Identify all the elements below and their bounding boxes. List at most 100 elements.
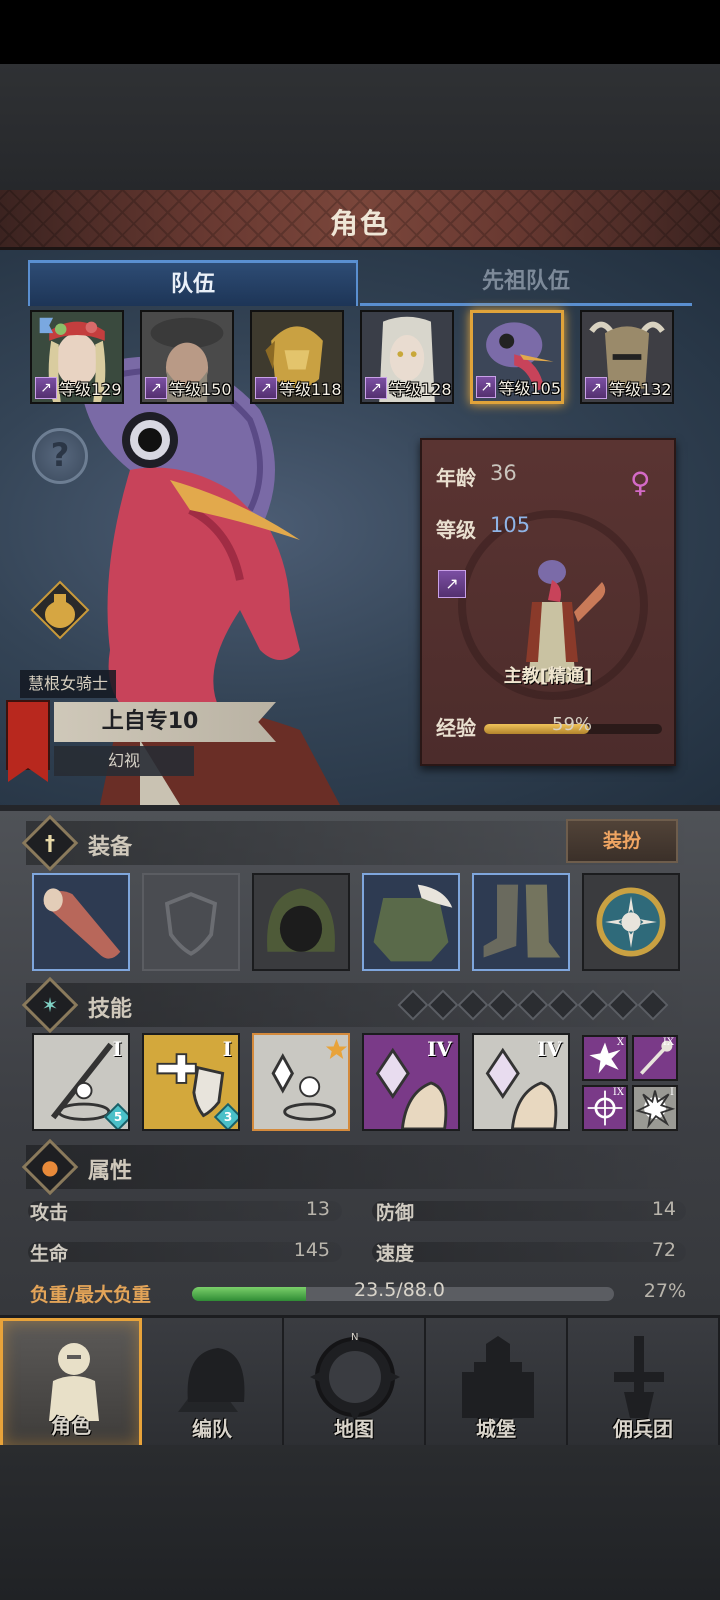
skill-slot-1[interactable]: I 5	[32, 1033, 130, 1131]
dress-up-button[interactable]: 装扮	[566, 819, 678, 863]
equip-slot-accessory[interactable]	[582, 873, 680, 971]
sun-amulet-icon	[584, 875, 678, 969]
tab-team[interactable]: 队伍	[28, 260, 358, 306]
class-icon: ↗	[365, 377, 387, 399]
dagger-icon: †	[21, 814, 79, 872]
member-level: 等级129	[59, 380, 122, 399]
skill-tier: IV	[537, 1037, 562, 1061]
banner-icon[interactable]	[6, 700, 50, 782]
name-area: 慧根女骑士 上自专10 幻视	[0, 670, 290, 790]
member-level: 等级132	[609, 380, 672, 399]
class-icon: ↗	[145, 377, 167, 399]
character-name[interactable]: 上自专10	[54, 702, 276, 742]
class-name: 主教[精通]	[503, 666, 593, 687]
roster-member-3[interactable]: ↗ 等级118	[250, 310, 344, 404]
character-area: 队伍 先祖队伍 ↗ 等级129 ↗ 等级150 ↗ 等级118 ↗ 等级128 …	[0, 250, 720, 805]
attributes-title: 属性	[88, 1159, 133, 1184]
potion-icon[interactable]	[30, 580, 90, 640]
skill-gem-slot	[397, 989, 429, 1021]
skill-slot-4[interactable]: IV	[362, 1033, 460, 1131]
mini-skill-tier: IX	[612, 1087, 624, 1098]
bottom-nav: 角色 编队 N 地图 城堡 佣兵团	[0, 1315, 720, 1448]
question-icon: ?	[50, 436, 70, 474]
team-roster: ↗ 等级129 ↗ 等级150 ↗ 等级118 ↗ 等级128 ↗ 等级105 …	[30, 308, 690, 404]
mini-skill-tier: I	[670, 1087, 674, 1098]
compass-map-icon: N	[310, 1332, 400, 1422]
mini-skill-2[interactable]: IX	[632, 1035, 678, 1081]
hp-value: 145	[293, 1239, 330, 1261]
page-title: 角色	[329, 207, 390, 240]
skill-slot-2[interactable]: I 3	[142, 1033, 240, 1131]
skill-gem-slot	[607, 989, 639, 1021]
skill-slot-3[interactable]	[252, 1033, 350, 1131]
skill-gem-slot	[637, 989, 669, 1021]
svg-text:N: N	[351, 1332, 358, 1343]
details-panel: † 装备 装扮 ✶ 技能 I 5 I 3 IV IV X IX IX I ● 属…	[0, 805, 720, 1315]
nav-map[interactable]: N 地图	[284, 1318, 426, 1448]
roster-member-4[interactable]: ↗ 等级128	[360, 310, 454, 404]
attack-value: 13	[305, 1198, 330, 1220]
nav-mercenary[interactable]: 佣兵团	[568, 1318, 720, 1448]
defense-label: 防御	[376, 1202, 415, 1224]
tab-ancestor-team[interactable]: 先祖队伍	[360, 260, 692, 306]
mini-skill-3[interactable]: IX	[582, 1085, 628, 1131]
class-icon: ↗	[35, 377, 57, 399]
class-icon: ↗	[255, 377, 277, 399]
age-value: 36	[490, 461, 517, 485]
team-tabs: 队伍 先祖队伍	[28, 260, 692, 306]
bottom-spacer	[0, 1445, 720, 1600]
helmet-formation-icon	[178, 1348, 245, 1412]
crystal-heal-icon	[254, 1035, 348, 1129]
roster-member-6[interactable]: ↗ 等级132	[580, 310, 674, 404]
class-badge-icon[interactable]: ↗	[438, 570, 466, 598]
help-button[interactable]: ?	[32, 428, 88, 484]
mini-skill-4[interactable]: I	[632, 1085, 678, 1131]
nav-castle[interactable]: 城堡	[426, 1318, 568, 1448]
exp-percent: 59%	[552, 714, 593, 735]
mercenary-sword-icon	[614, 1336, 664, 1418]
top-spacer	[0, 64, 720, 190]
status-bar	[0, 0, 720, 64]
skill-gem-slot	[487, 989, 519, 1021]
class-icon: ↗	[476, 376, 497, 398]
nav-label: 地图	[334, 1417, 374, 1441]
hp-label: 生命	[30, 1243, 69, 1265]
roster-member-5[interactable]: ↗ 等级105	[470, 310, 564, 404]
skill-tier: I	[222, 1037, 232, 1061]
skill-gem-slot	[517, 989, 549, 1021]
skill-slot-5[interactable]: IV	[472, 1033, 570, 1131]
mini-skill-1[interactable]: X	[582, 1035, 628, 1081]
nav-formation[interactable]: 编队	[142, 1318, 284, 1448]
green-hood-icon	[254, 875, 348, 969]
castle-icon	[462, 1336, 534, 1418]
female-icon: ♀	[630, 466, 651, 499]
load-value: 23.5/88.0	[354, 1279, 446, 1301]
equip-slot-shield[interactable]	[142, 873, 240, 971]
attributes-header: ● 属性	[21, 1138, 696, 1196]
speed-value: 72	[651, 1239, 676, 1261]
mini-skill-tier: X	[616, 1037, 624, 1048]
equip-slot-body[interactable]	[362, 873, 460, 971]
level-value: 105	[490, 513, 531, 537]
skill-gem-slots	[397, 989, 669, 1021]
equip-slot-feet[interactable]	[472, 873, 570, 971]
member-level: 等级128	[389, 380, 452, 399]
defense-value: 14	[651, 1198, 676, 1220]
mini-skill-tier: IX	[662, 1037, 674, 1048]
nav-label: 角色	[51, 1414, 91, 1438]
roster-member-2[interactable]: ↗ 等级150	[140, 310, 234, 404]
equipment-title: 装备	[88, 835, 133, 860]
fur-armor-icon	[364, 875, 458, 969]
title-bar: 角色	[0, 190, 720, 250]
member-level: 等级118	[279, 380, 342, 399]
equip-slot-head[interactable]	[252, 873, 350, 971]
character-subtitle: 幻视	[54, 746, 194, 776]
speed-label: 速度	[376, 1243, 415, 1265]
character-title: 慧根女骑士	[20, 670, 117, 698]
character-info-panel: 年龄 36 ♀ 等级 105 ↗ 主教[精通] 经验 59%	[420, 438, 676, 766]
equip-slot-weapon[interactable]	[32, 873, 130, 971]
roster-member-1[interactable]: ↗ 等级129	[30, 310, 124, 404]
load-percent: 27%	[643, 1280, 686, 1302]
nav-character[interactable]: 角色	[0, 1318, 142, 1448]
class-icon: ↗	[585, 377, 607, 399]
